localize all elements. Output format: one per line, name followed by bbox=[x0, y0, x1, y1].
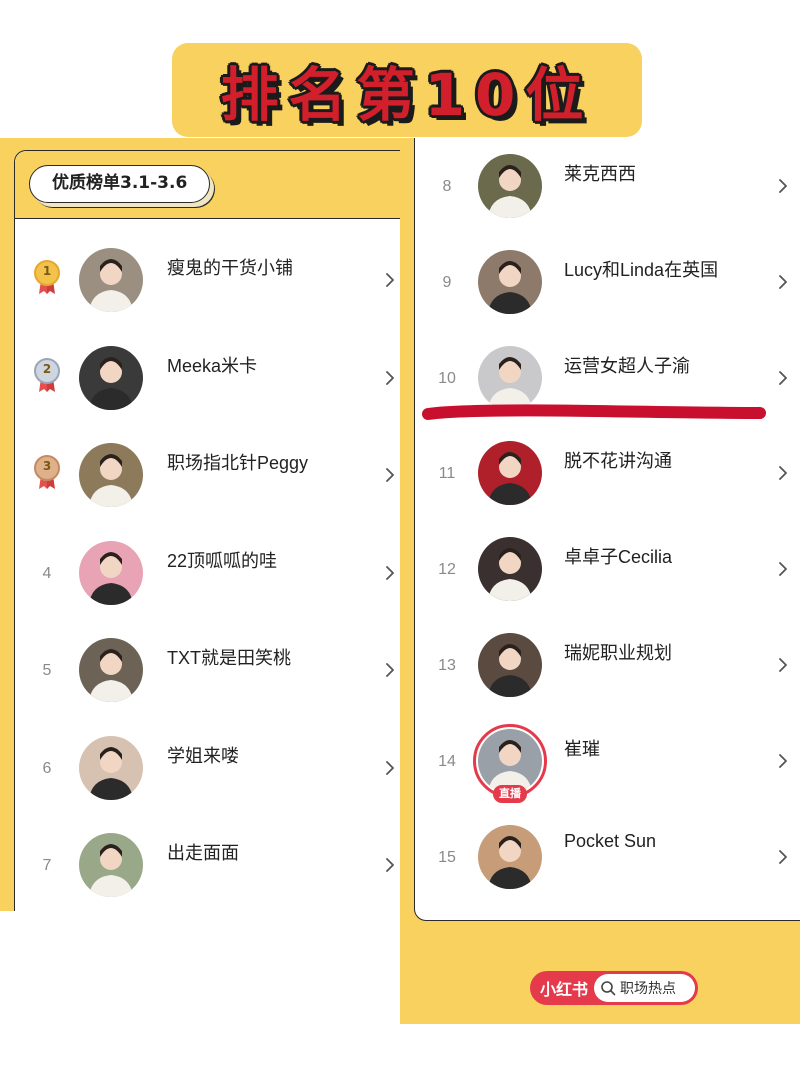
chevron-right-icon[interactable] bbox=[776, 753, 790, 768]
ranking-row[interactable]: 15 Pocket Sun bbox=[400, 824, 800, 921]
ranking-row[interactable]: 4 22顶呱呱的哇 bbox=[0, 540, 400, 637]
rank-number: 9 bbox=[442, 273, 452, 291]
ranking-row[interactable]: 5 TXT就是田笑桃 bbox=[0, 638, 400, 734]
creator-name[interactable]: Pocket Sun bbox=[564, 831, 656, 852]
ranking-row[interactable]: 14 直播 崔璀 bbox=[400, 723, 800, 825]
avatar[interactable] bbox=[478, 345, 542, 410]
creator-name[interactable]: 职场指北针Peggy bbox=[167, 449, 308, 475]
creator-name[interactable]: TXT就是田笑桃 bbox=[167, 644, 291, 670]
creator-name[interactable]: 瘦鬼的干货小铺 bbox=[167, 254, 293, 280]
chevron-right-icon[interactable] bbox=[383, 272, 397, 287]
avatar[interactable] bbox=[79, 248, 143, 312]
footer-search-field[interactable]: 职场热点 bbox=[594, 974, 695, 1002]
chevron-right-icon[interactable] bbox=[776, 657, 790, 672]
creator-name[interactable]: Lucy和Linda在英国 bbox=[564, 256, 718, 282]
ranking-row[interactable]: 13 瑞妮职业规划 bbox=[400, 633, 800, 729]
creator-name[interactable]: 运营女超人子渝 bbox=[564, 352, 690, 378]
ranking-row[interactable]: 3 职场指北针Peggy bbox=[0, 443, 400, 539]
search-icon bbox=[601, 981, 616, 996]
rank-number: 5 bbox=[42, 662, 52, 679]
chevron-right-icon[interactable] bbox=[776, 178, 790, 193]
creator-name[interactable]: Meeka米卡 bbox=[167, 352, 257, 378]
creator-name[interactable]: 莱克西西 bbox=[564, 160, 636, 186]
chevron-right-icon[interactable] bbox=[776, 849, 790, 864]
chevron-right-icon[interactable] bbox=[383, 467, 397, 482]
avatar[interactable] bbox=[478, 154, 542, 218]
highlight-underline bbox=[422, 404, 766, 420]
rank-number: 2 bbox=[42, 361, 52, 376]
ranking-row[interactable]: 1 瘦鬼的干货小铺 bbox=[0, 248, 400, 344]
avatar[interactable] bbox=[478, 537, 542, 602]
avatar[interactable] bbox=[79, 540, 143, 605]
chevron-right-icon[interactable] bbox=[383, 760, 397, 775]
creator-name[interactable]: 崔璀 bbox=[564, 735, 600, 761]
avatar[interactable] bbox=[79, 345, 143, 410]
creator-name[interactable]: 学姐来喽 bbox=[167, 742, 239, 768]
rank-number: 1 bbox=[42, 264, 52, 278]
rank-number: 10 bbox=[438, 369, 456, 387]
rank-number: 14 bbox=[438, 752, 456, 770]
rank-number: 12 bbox=[438, 561, 456, 579]
avatar[interactable] bbox=[79, 735, 143, 800]
rank-number: 15 bbox=[438, 848, 456, 866]
left-card-header: 优质榜单3.1-3.6 bbox=[15, 151, 414, 219]
rank-number: 13 bbox=[438, 657, 456, 674]
avatar[interactable] bbox=[79, 638, 143, 702]
ranking-row[interactable]: 10 运营女超人子渝 bbox=[400, 345, 800, 442]
chevron-right-icon[interactable] bbox=[383, 370, 397, 385]
chevron-right-icon[interactable] bbox=[776, 274, 790, 289]
ranking-row[interactable]: 11 脱不花讲沟通 bbox=[400, 441, 800, 537]
live-badge[interactable]: 直播 bbox=[493, 784, 527, 803]
creator-name[interactable]: 脱不花讲沟通 bbox=[564, 447, 672, 473]
rank-number: 6 bbox=[42, 759, 52, 777]
chevron-right-icon[interactable] bbox=[383, 662, 397, 677]
creator-name[interactable]: 出走面面 bbox=[167, 839, 239, 865]
chevron-right-icon[interactable] bbox=[776, 561, 790, 577]
avatar[interactable] bbox=[478, 249, 542, 314]
chevron-right-icon[interactable] bbox=[383, 857, 397, 872]
avatar[interactable] bbox=[478, 441, 542, 506]
rank-number: 3 bbox=[42, 459, 52, 473]
creator-name[interactable]: 卓卓子Cecilia bbox=[564, 543, 672, 569]
ranking-period-tag: 优质榜单3.1-3.6 bbox=[29, 165, 211, 203]
brand-name: 小红书 bbox=[540, 980, 589, 999]
avatar[interactable] bbox=[79, 443, 143, 507]
rank-number: 7 bbox=[42, 857, 52, 874]
ranking-row[interactable]: 2 Meeka米卡 bbox=[0, 345, 400, 442]
ranking-row[interactable]: 12 卓卓子Cecilia bbox=[400, 537, 800, 633]
chevron-right-icon[interactable] bbox=[776, 465, 790, 481]
banner-title: 排名第10位 bbox=[220, 61, 594, 129]
creator-name[interactable]: 22顶呱呱的哇 bbox=[167, 547, 277, 573]
footer-brand-badge[interactable]: 小红书 职场热点 bbox=[530, 971, 698, 1005]
avatar[interactable] bbox=[478, 824, 542, 889]
ranking-row[interactable]: 6 学姐来喽 bbox=[0, 735, 400, 832]
search-keyword: 职场热点 bbox=[620, 981, 677, 997]
rank-number: 4 bbox=[42, 564, 52, 582]
avatar[interactable] bbox=[79, 833, 143, 897]
ranking-row[interactable]: 9 Lucy和Linda在英国 bbox=[400, 249, 800, 346]
avatar[interactable] bbox=[478, 633, 542, 697]
chevron-right-icon[interactable] bbox=[383, 565, 397, 580]
ranking-row[interactable]: 7 出走面面 bbox=[0, 833, 400, 929]
chevron-right-icon[interactable] bbox=[776, 370, 790, 385]
creator-name[interactable]: 瑞妮职业规划 bbox=[564, 639, 672, 665]
rank-number: 11 bbox=[438, 465, 456, 483]
rank-number: 8 bbox=[442, 178, 452, 195]
ranking-row[interactable]: 8 莱克西西 bbox=[400, 154, 800, 250]
title-banner: 排名第10位 bbox=[172, 43, 642, 137]
